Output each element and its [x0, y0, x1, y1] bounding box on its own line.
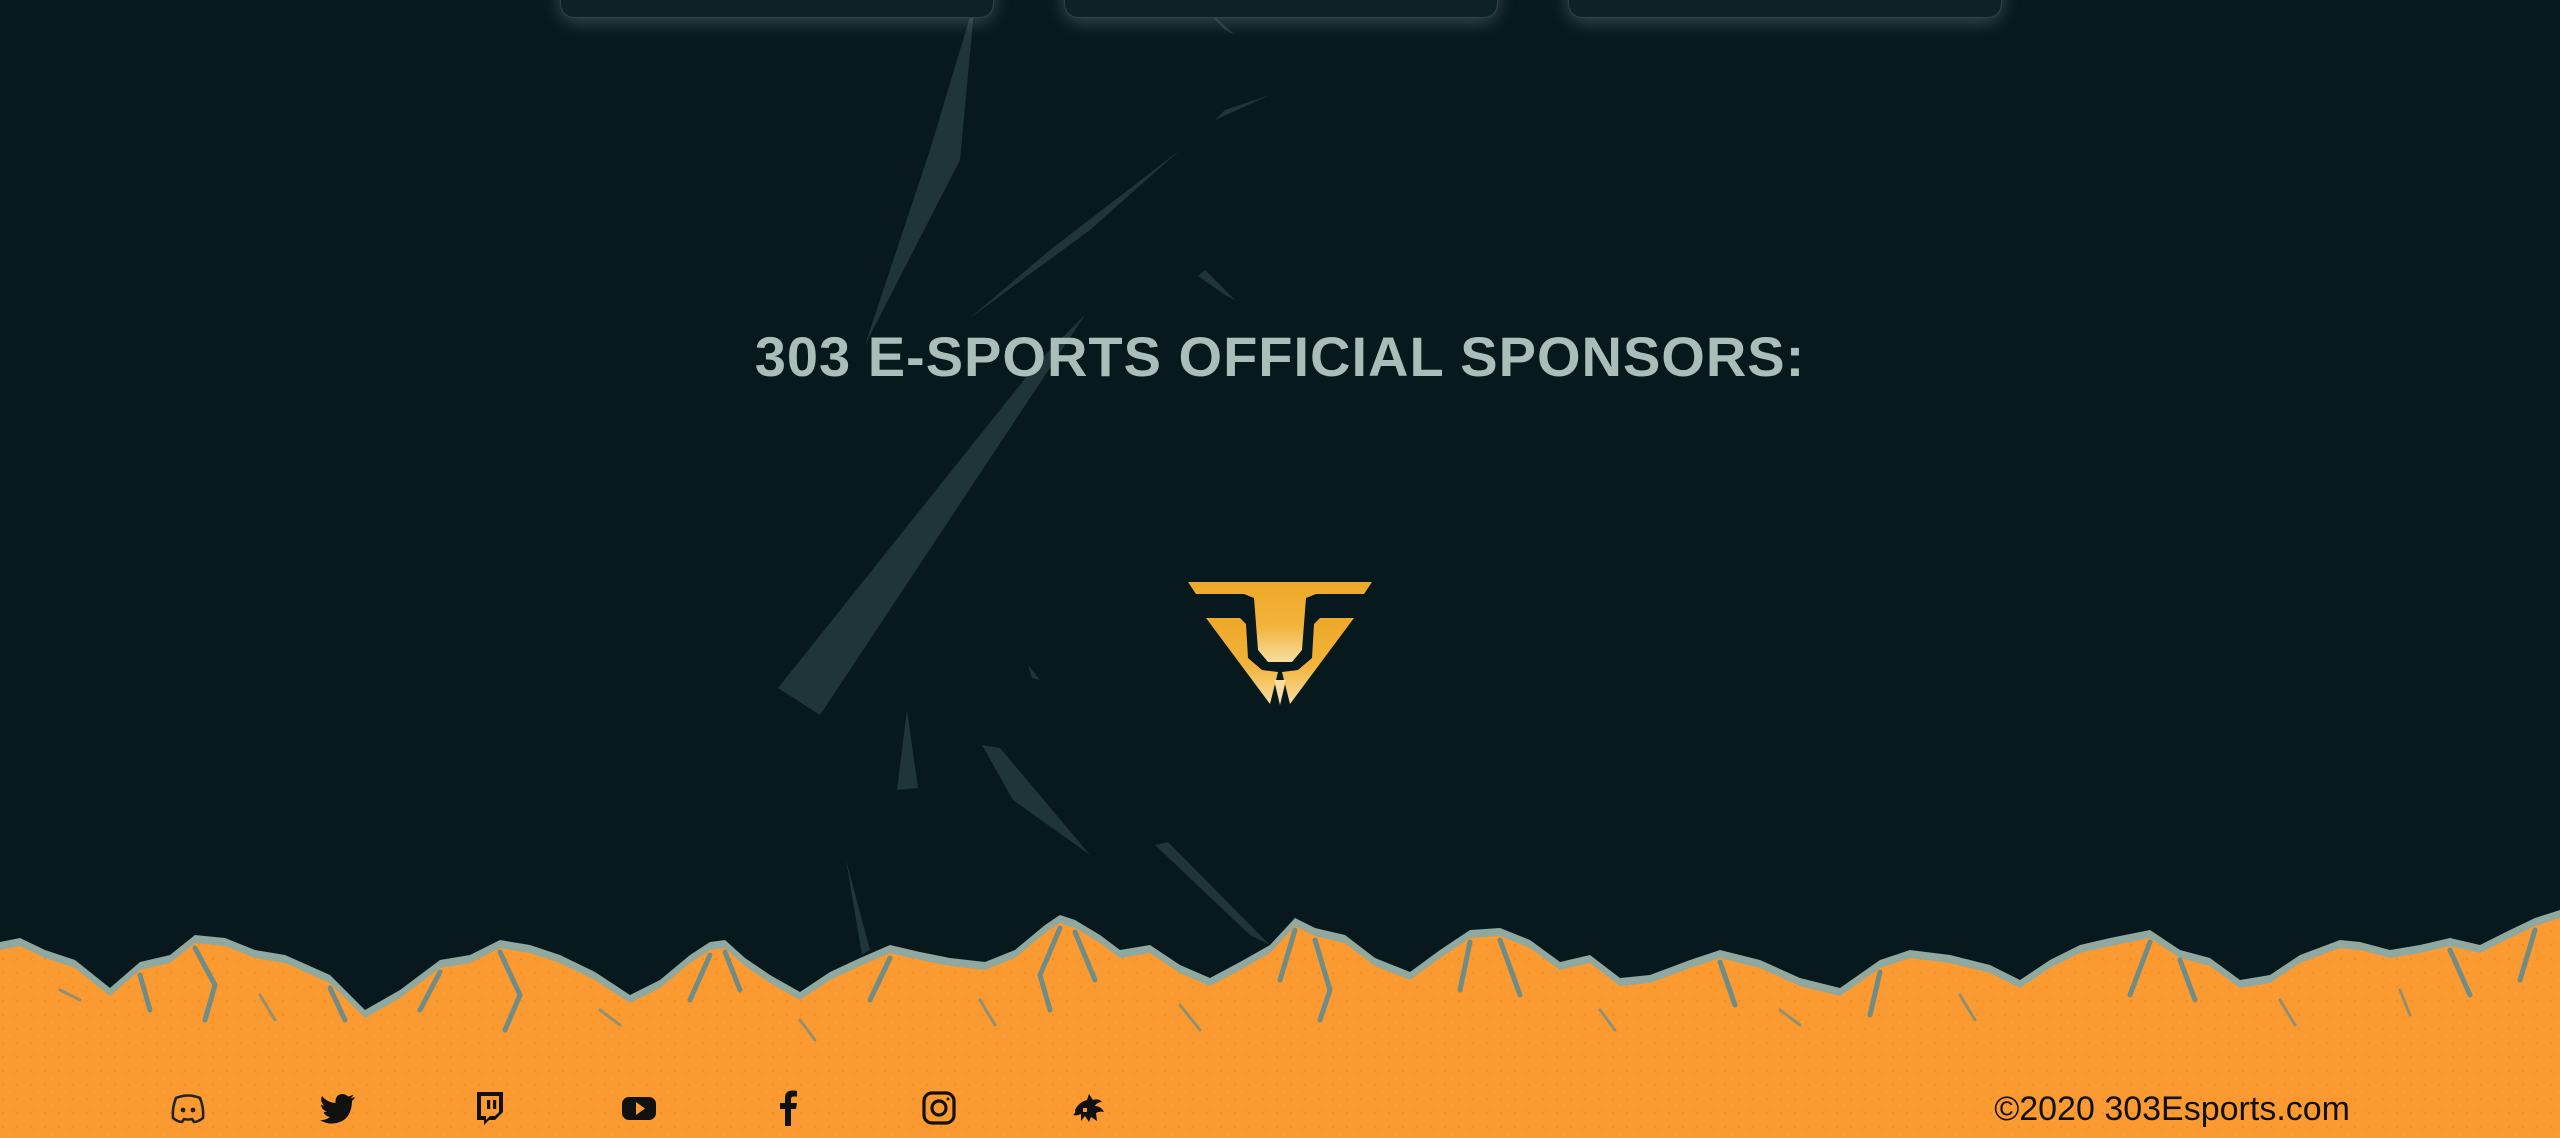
discord-icon[interactable] — [166, 1088, 210, 1128]
copyright-text: ©2020 303Esports.com — [1994, 1090, 2350, 1128]
page: 303 E-SPORTS OFFICIAL SPONSORS: ©2020 30… — [0, 0, 2560, 1138]
youtube-icon[interactable] — [617, 1088, 661, 1128]
facebook-icon[interactable] — [767, 1088, 811, 1128]
twitch-icon[interactable] — [467, 1088, 511, 1128]
sponsor-logo[interactable] — [1188, 580, 1372, 710]
top-card[interactable] — [560, 0, 994, 18]
top-card[interactable] — [1064, 0, 1498, 18]
twitter-icon[interactable] — [316, 1088, 360, 1128]
rumble-icon[interactable] — [1067, 1088, 1111, 1128]
sponsors-title: 303 E-SPORTS OFFICIAL SPONSORS: — [754, 325, 1806, 388]
top-card[interactable] — [1568, 0, 2002, 18]
instagram-icon[interactable] — [917, 1088, 961, 1128]
